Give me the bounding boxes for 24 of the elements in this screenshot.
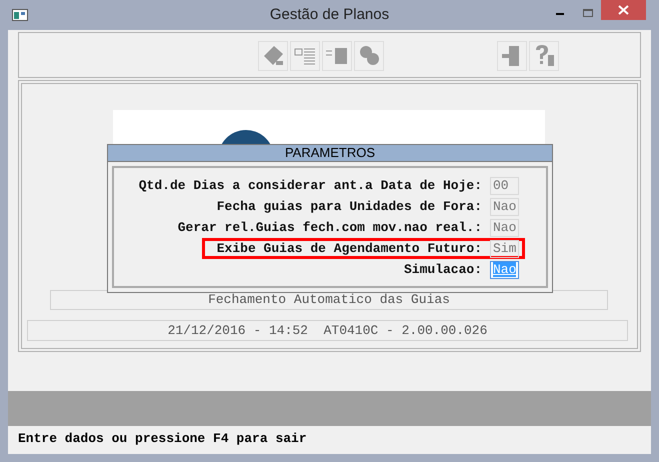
window-title: Gestão de Planos bbox=[270, 4, 390, 25]
eraser-icon[interactable] bbox=[258, 41, 288, 71]
field-label: Exibe Guias de Agendamento Futuro: bbox=[216, 240, 482, 258]
app-icon bbox=[12, 9, 28, 21]
version-text: 21/12/2016 - 14:52 AT0410C - 2.00.00.026 bbox=[168, 322, 488, 340]
list-icon[interactable] bbox=[322, 41, 352, 71]
input-field[interactable]: Sim bbox=[490, 240, 519, 258]
checklist-icon[interactable] bbox=[290, 41, 320, 71]
banner-text: Fechamento Automatico das Guias bbox=[208, 290, 450, 308]
dialog-title: PARAMETROS bbox=[108, 145, 552, 162]
field-label: Qtd.de Dias a considerar ant.a Data de Hoje: bbox=[138, 176, 482, 195]
maximize-button[interactable] bbox=[583, 9, 593, 17]
field-label: Gerar rel.Guias fech.com mov.nao real.: bbox=[178, 218, 482, 237]
input-field[interactable]: Nao bbox=[490, 260, 519, 278]
input-field[interactable]: 00 bbox=[490, 176, 519, 194]
gears-icon[interactable] bbox=[354, 41, 384, 71]
field-label: Fecha guias para Unidades de Fora: bbox=[216, 198, 482, 216]
input-field[interactable]: Nao bbox=[490, 218, 519, 236]
help-icon[interactable] bbox=[529, 41, 559, 71]
field-label: Simulacao: bbox=[404, 260, 482, 279]
input-field[interactable]: Nao bbox=[490, 198, 519, 216]
exit-icon[interactable] bbox=[497, 41, 527, 71]
close-button[interactable] bbox=[601, 0, 646, 20]
status-text: Entre dados ou pressione F4 para sair bbox=[18, 430, 307, 448]
